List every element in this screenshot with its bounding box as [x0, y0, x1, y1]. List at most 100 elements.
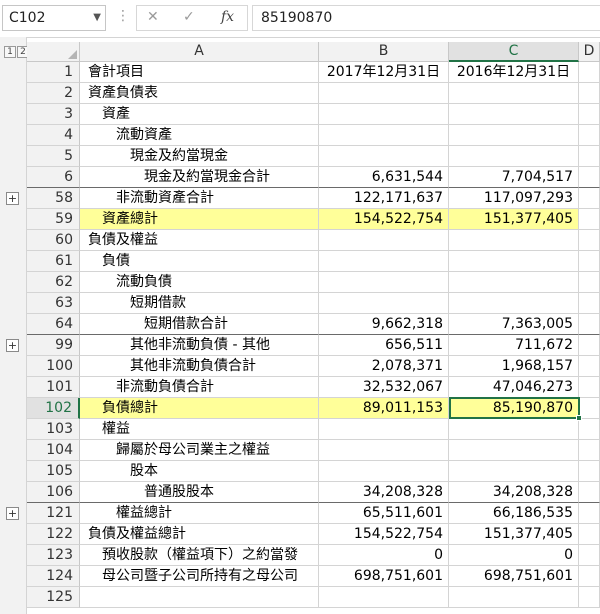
- row-header[interactable]: 2: [27, 83, 80, 104]
- row-header[interactable]: 61: [27, 251, 80, 272]
- cell-d[interactable]: [579, 125, 600, 146]
- cell-c[interactable]: [449, 293, 579, 314]
- cell-b[interactable]: [319, 461, 449, 482]
- row-header[interactable]: 4: [27, 125, 80, 146]
- cell-b[interactable]: 154,522,754: [319, 209, 449, 230]
- cell-b[interactable]: [319, 419, 449, 440]
- cell-a[interactable]: 短期借款合計: [80, 314, 319, 335]
- cell-a[interactable]: 流動負債: [80, 272, 319, 293]
- cell-c[interactable]: [449, 104, 579, 125]
- cell-b[interactable]: 9,662,318: [319, 314, 449, 335]
- cell-d[interactable]: [579, 503, 600, 524]
- cell-a[interactable]: 負債及權益總計: [80, 524, 319, 545]
- row-header[interactable]: 63: [27, 293, 80, 314]
- row-header[interactable]: 60: [27, 230, 80, 251]
- row-header[interactable]: 62: [27, 272, 80, 293]
- cell-b[interactable]: 2017年12月31日: [319, 62, 449, 83]
- cell-b[interactable]: 6,631,544: [319, 167, 449, 188]
- cell-a[interactable]: 母公司暨子公司所持有之母公司: [80, 566, 319, 587]
- cell-c[interactable]: [449, 125, 579, 146]
- cell-d[interactable]: [579, 209, 600, 230]
- cell-c[interactable]: 7,704,517: [449, 167, 579, 188]
- cell-b[interactable]: 2,078,371: [319, 356, 449, 377]
- cell-a[interactable]: 權益總計: [80, 503, 319, 524]
- cell-b[interactable]: [319, 146, 449, 167]
- cell-a[interactable]: 負債: [80, 251, 319, 272]
- cell-b[interactable]: [319, 587, 449, 608]
- cell-c[interactable]: 34,208,328: [449, 482, 579, 503]
- cell-a[interactable]: 其他非流動負債 - 其他: [80, 335, 319, 356]
- column-header-b[interactable]: B: [319, 42, 449, 62]
- cell-a[interactable]: 非流動資產合計: [80, 188, 319, 209]
- cell-d[interactable]: [579, 545, 600, 566]
- cell-c[interactable]: [449, 440, 579, 461]
- expand-group-icon[interactable]: +: [6, 507, 19, 520]
- row-header[interactable]: 102: [27, 398, 80, 419]
- row-header[interactable]: 59: [27, 209, 80, 230]
- select-all-corner[interactable]: [27, 42, 80, 62]
- cell-d[interactable]: [579, 524, 600, 545]
- cell-a[interactable]: 歸屬於母公司業主之權益: [80, 440, 319, 461]
- cell-b[interactable]: [319, 83, 449, 104]
- cell-d[interactable]: [579, 83, 600, 104]
- cell-b[interactable]: 65,511,601: [319, 503, 449, 524]
- cell-c[interactable]: 85,190,870: [449, 398, 579, 419]
- cell-b[interactable]: [319, 125, 449, 146]
- cell-d[interactable]: [579, 167, 600, 188]
- enter-icon[interactable]: ✓: [183, 9, 195, 25]
- cell-c[interactable]: [449, 272, 579, 293]
- cell-a[interactable]: 普通股股本: [80, 482, 319, 503]
- cell-c[interactable]: [449, 230, 579, 251]
- cell-c[interactable]: [449, 461, 579, 482]
- cell-a[interactable]: 負債及權益: [80, 230, 319, 251]
- cell-b[interactable]: 32,532,067: [319, 377, 449, 398]
- cell-d[interactable]: [579, 566, 600, 587]
- cell-d[interactable]: [579, 314, 600, 335]
- cell-b[interactable]: 89,011,153: [319, 398, 449, 419]
- cell-b[interactable]: [319, 251, 449, 272]
- row-header[interactable]: 104: [27, 440, 80, 461]
- row-header[interactable]: 105: [27, 461, 80, 482]
- cell-d[interactable]: [579, 587, 600, 608]
- cell-d[interactable]: [579, 272, 600, 293]
- cell-b[interactable]: 122,171,637: [319, 188, 449, 209]
- row-header[interactable]: 1: [27, 62, 80, 83]
- cell-d[interactable]: [579, 419, 600, 440]
- cell-a[interactable]: [80, 587, 319, 608]
- cell-c[interactable]: 117,097,293: [449, 188, 579, 209]
- cell-d[interactable]: [579, 440, 600, 461]
- row-header[interactable]: 103: [27, 419, 80, 440]
- cell-c[interactable]: 698,751,601: [449, 566, 579, 587]
- cell-a[interactable]: 資產總計: [80, 209, 319, 230]
- cell-a[interactable]: 流動資產: [80, 125, 319, 146]
- cell-a[interactable]: 現金及約當現金: [80, 146, 319, 167]
- fill-handle[interactable]: [576, 415, 582, 421]
- cell-c[interactable]: 7,363,005: [449, 314, 579, 335]
- cell-a[interactable]: 權益: [80, 419, 319, 440]
- cell-a[interactable]: 股本: [80, 461, 319, 482]
- row-header[interactable]: 106: [27, 482, 80, 503]
- cell-d[interactable]: [579, 104, 600, 125]
- row-header[interactable]: 124: [27, 566, 80, 587]
- cell-a[interactable]: 預收股款（權益項下）之約當發: [80, 545, 319, 566]
- column-header-a[interactable]: A: [80, 42, 319, 62]
- cell-d[interactable]: [579, 398, 600, 419]
- cancel-icon[interactable]: ✕: [147, 9, 159, 25]
- cell-c[interactable]: 0: [449, 545, 579, 566]
- cell-d[interactable]: [579, 188, 600, 209]
- cell-d[interactable]: [579, 230, 600, 251]
- cell-c[interactable]: [449, 83, 579, 104]
- name-box[interactable]: C102 ▼: [2, 5, 106, 31]
- cell-d[interactable]: [579, 62, 600, 83]
- cell-d[interactable]: [579, 293, 600, 314]
- cell-c[interactable]: [449, 251, 579, 272]
- row-header[interactable]: 58: [27, 188, 80, 209]
- insert-function-icon[interactable]: fx: [221, 9, 234, 25]
- cell-b[interactable]: 154,522,754: [319, 524, 449, 545]
- cell-c[interactable]: 66,186,535: [449, 503, 579, 524]
- cell-b[interactable]: 34,208,328: [319, 482, 449, 503]
- outline-level-1-button[interactable]: 1: [4, 46, 16, 58]
- cell-a[interactable]: 負債總計: [80, 398, 319, 419]
- row-header[interactable]: 64: [27, 314, 80, 335]
- cell-c[interactable]: 151,377,405: [449, 209, 579, 230]
